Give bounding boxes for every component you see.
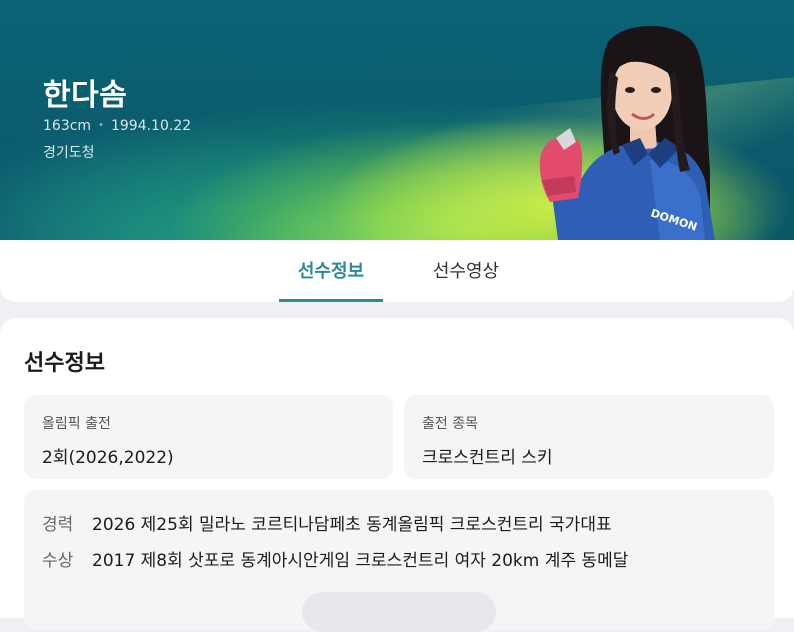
award-value: 2017 제8회 삿포로 동계아시안게임 크로스컨트리 여자 20km 계주 동… — [92, 551, 629, 571]
career-awards-box: 경력 2026 제25회 밀라노 코르티나담페초 동계올림픽 크로스컨트리 국가대… — [24, 490, 774, 632]
athlete-birthdate: 1994.10.22 — [110, 118, 192, 134]
athlete-team: 경기도청 — [43, 145, 95, 161]
tab-athlete-info[interactable]: 선수정보 — [279, 240, 383, 302]
award-key: 수상 — [42, 551, 74, 571]
athlete-name: 한다솜 — [43, 78, 128, 113]
section-title: 선수정보 — [24, 351, 105, 376]
olympic-appearances-label: 올림픽 출전 — [42, 416, 111, 432]
more-button[interactable] — [302, 592, 496, 632]
event-label: 출전 종목 — [422, 416, 478, 432]
event-value: 크로스컨트리 스키 — [422, 448, 553, 468]
career-key: 경력 — [42, 515, 74, 535]
tab-bar: 선수정보 선수영상 — [0, 240, 794, 302]
meta-separator: • — [98, 120, 104, 131]
athlete-photo: DOMON — [539, 25, 715, 240]
athlete-height: 163cm — [43, 118, 92, 134]
athlete-info-card: 선수정보 올림픽 출전 2회(2026,2022) 출전 종목 크로스컨트리 스… — [0, 318, 794, 632]
tab-athlete-videos[interactable]: 선수영상 — [411, 240, 521, 302]
career-row: 경력 2026 제25회 밀라노 코르티나담페초 동계올림픽 크로스컨트리 국가대… — [42, 510, 612, 535]
profile-hero-banner: 한다솜 163cm • 1994.10.22 경기도청 DOMON — [0, 0, 794, 240]
olympic-appearances-value: 2회(2026,2022) — [42, 448, 174, 468]
event-box: 출전 종목 크로스컨트리 스키 — [404, 395, 774, 479]
award-row: 수상 2017 제8회 삿포로 동계아시안게임 크로스컨트리 여자 20km 계주… — [42, 546, 628, 571]
olympic-appearances-box: 올림픽 출전 2회(2026,2022) — [24, 395, 393, 479]
athlete-meta: 163cm • 1994.10.22 — [43, 118, 191, 134]
career-value: 2026 제25회 밀라노 코르티나담페초 동계올림픽 크로스컨트리 국가대표 — [92, 515, 612, 535]
